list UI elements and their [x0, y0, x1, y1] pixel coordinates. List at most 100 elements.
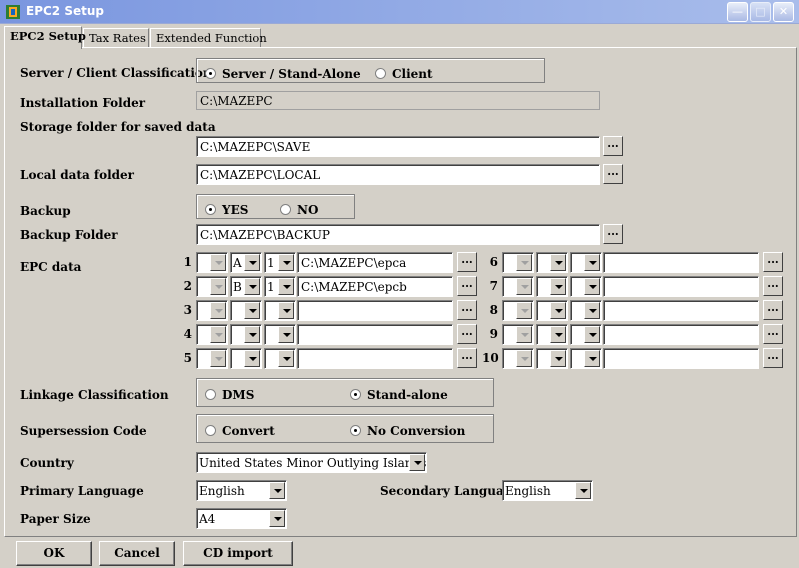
primary-language-label: Primary Language: [20, 484, 144, 498]
epc-row-select-3[interactable]: 1: [264, 252, 296, 273]
chevron-down-icon: [584, 302, 600, 319]
epc-row-browse-button[interactable]: ...: [457, 324, 477, 344]
epc-row-select-2[interactable]: [536, 324, 568, 345]
chevron-down-icon: [516, 302, 532, 319]
epc-row-browse-button[interactable]: ...: [763, 252, 783, 272]
epc-row-path-input[interactable]: [297, 300, 453, 321]
epc-row-select-2[interactable]: [536, 300, 568, 321]
epc-row-select-1[interactable]: [502, 348, 534, 369]
ok-button[interactable]: OK: [16, 541, 92, 566]
cd-import-button[interactable]: CD import: [183, 541, 293, 566]
paper-size-select[interactable]: A4: [196, 508, 287, 529]
backup-folder-label: Backup Folder: [20, 228, 118, 242]
minimize-button[interactable]: —: [727, 2, 748, 22]
epc-row-select-3[interactable]: [570, 252, 602, 273]
epc-row-select-1[interactable]: [502, 252, 534, 273]
radio-linkage-dms[interactable]: DMS: [205, 388, 254, 402]
local-browse-button[interactable]: ...: [603, 164, 623, 184]
backup-folder-input[interactable]: C:\MAZEPC\BACKUP: [196, 224, 600, 245]
chevron-down-icon: [244, 278, 260, 295]
chevron-down-icon: [584, 278, 600, 295]
storage-folder-input[interactable]: C:\MAZEPC\SAVE: [196, 136, 600, 157]
epc-row-number: 9: [489, 327, 498, 341]
radio-client[interactable]: Client: [375, 67, 433, 81]
epc-row-select-1[interactable]: [502, 300, 534, 321]
epc-row-browse-button[interactable]: ...: [763, 276, 783, 296]
epc-row-select-3[interactable]: [264, 300, 296, 321]
epc-row-number: 3: [183, 303, 192, 317]
storage-folder-label: Storage folder for saved data: [20, 120, 216, 134]
radio-backup-yes[interactable]: YES: [205, 203, 248, 217]
epc-row-select-1[interactable]: [196, 300, 228, 321]
chevron-down-icon: [550, 278, 566, 295]
epc-row-select-3[interactable]: [264, 324, 296, 345]
chevron-down-icon: [244, 350, 260, 367]
epc-row-browse-button[interactable]: ...: [763, 348, 783, 368]
maximize-button[interactable]: □: [750, 2, 771, 22]
epc-row-select-3[interactable]: [570, 300, 602, 321]
epc-row-select-2[interactable]: [230, 324, 262, 345]
epc-row-browse-button[interactable]: ...: [763, 300, 783, 320]
backup-browse-button[interactable]: ...: [603, 224, 623, 244]
tab-epc2-setup[interactable]: EPC2 Setup: [4, 26, 86, 49]
epc-row-path-input[interactable]: [297, 348, 453, 369]
radio-no-conversion[interactable]: No Conversion: [350, 424, 465, 438]
epc-row-select-2[interactable]: [536, 276, 568, 297]
chevron-down-icon: [575, 482, 591, 499]
chevron-down-icon: [269, 482, 285, 499]
epc-row-select-1[interactable]: [196, 276, 228, 297]
epc-row-path-input[interactable]: [297, 324, 453, 345]
epc-row-select-3[interactable]: 1: [264, 276, 296, 297]
local-data-folder-input[interactable]: C:\MAZEPC\LOCAL: [196, 164, 600, 185]
epc-row-select-1[interactable]: [502, 324, 534, 345]
epc-row-browse-button[interactable]: ...: [763, 324, 783, 344]
epc-row-select-3[interactable]: [570, 324, 602, 345]
epc-row-select-1[interactable]: [196, 348, 228, 369]
epc-row-select-3[interactable]: [264, 348, 296, 369]
secondary-language-select[interactable]: English: [502, 480, 593, 501]
chevron-down-icon: [584, 254, 600, 271]
epc-row-select-2[interactable]: B: [230, 276, 262, 297]
epc-row-select-1[interactable]: [196, 252, 228, 273]
epc-row-path-input[interactable]: C:\MAZEPC\epca: [297, 252, 453, 273]
epc-row-browse-button[interactable]: ...: [457, 276, 477, 296]
epc-row-select-3[interactable]: [570, 276, 602, 297]
epc-row-path-input[interactable]: [603, 276, 759, 297]
epc-row-path-input[interactable]: [603, 348, 759, 369]
epc-row-select-2[interactable]: A: [230, 252, 262, 273]
server-client-label: Server / Client Classification: [20, 66, 212, 80]
epc-row-select-2[interactable]: [230, 300, 262, 321]
tab-tax-rates[interactable]: Tax Rates: [83, 28, 149, 48]
epc-row-select-1[interactable]: [502, 276, 534, 297]
radio-convert[interactable]: Convert: [205, 424, 275, 438]
epc-row-select-3[interactable]: [570, 348, 602, 369]
close-button[interactable]: ✕: [773, 2, 794, 22]
installation-folder-field: C:\MAZEPC: [196, 91, 600, 110]
epc-row-select-2[interactable]: [536, 348, 568, 369]
radio-linkage-standalone[interactable]: Stand-alone: [350, 388, 448, 402]
cancel-button[interactable]: Cancel: [99, 541, 175, 566]
radio-selected-icon: [205, 68, 216, 79]
tab-extended-function[interactable]: Extended Function: [150, 28, 267, 48]
radio-selected-icon: [350, 389, 361, 400]
epc-row-select-2[interactable]: [536, 252, 568, 273]
epc-row-browse-button[interactable]: ...: [457, 300, 477, 320]
epc-row-browse-button[interactable]: ...: [457, 252, 477, 272]
chevron-down-icon: [278, 254, 294, 271]
epc-row-path-input[interactable]: [603, 252, 759, 273]
chevron-down-icon: [550, 254, 566, 271]
epc-row-browse-button[interactable]: ...: [457, 348, 477, 368]
epc-row-path-input[interactable]: C:\MAZEPC\epcb: [297, 276, 453, 297]
epc-row-path-input[interactable]: [603, 324, 759, 345]
radio-server-standalone[interactable]: Server / Stand-Alone: [205, 67, 361, 81]
primary-language-select[interactable]: English: [196, 480, 287, 501]
radio-backup-no[interactable]: NO: [280, 203, 318, 217]
chevron-down-icon: [550, 350, 566, 367]
storage-browse-button[interactable]: ...: [603, 136, 623, 156]
country-select[interactable]: United States Minor Outlying Islands: [196, 452, 427, 473]
epc-row-number: 7: [489, 279, 498, 293]
epc-row-path-input[interactable]: [603, 300, 759, 321]
chevron-down-icon: [269, 510, 285, 527]
epc-row-select-2[interactable]: [230, 348, 262, 369]
epc-row-select-1[interactable]: [196, 324, 228, 345]
